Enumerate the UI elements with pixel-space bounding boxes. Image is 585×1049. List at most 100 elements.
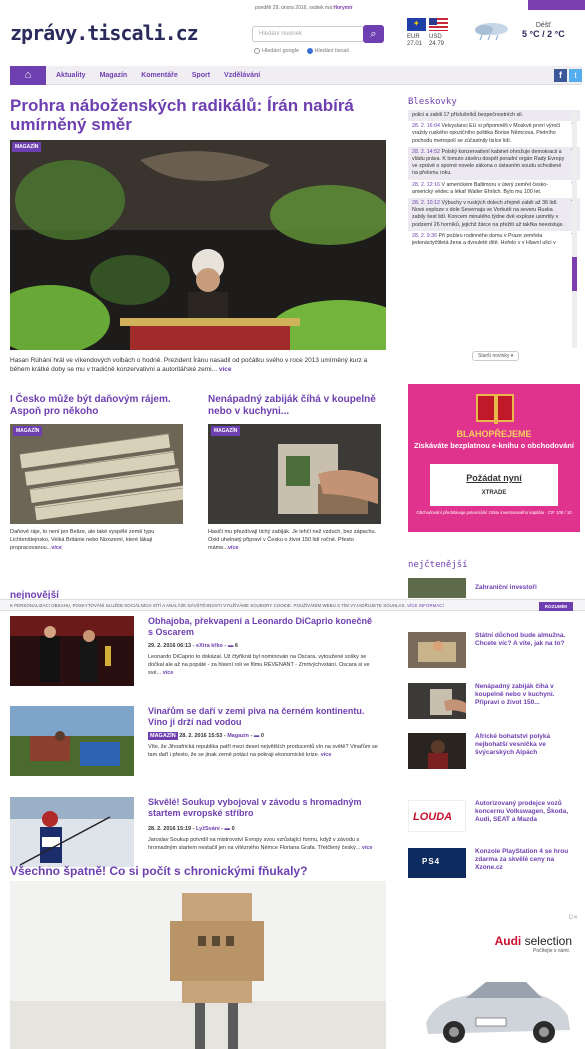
more-link[interactable]: více	[163, 670, 174, 676]
ad-banner[interactable]: BLAHOPŘEJEME Získáváte bezplatnou e-knih…	[408, 384, 580, 532]
site-header: zprávy.tiscali.cz pondělí 29. února 2016…	[0, 0, 585, 60]
more-link[interactable]: více	[321, 752, 332, 758]
nav-item-komentare[interactable]: Komentáře	[141, 66, 178, 85]
bottom-article-image[interactable]	[10, 881, 386, 1049]
bleskovky-list: polici a zabili 17 příslušníků bezpečnos…	[408, 110, 580, 350]
sub-article-perex: Daňové ráje, to není jen Belize, ale tak…	[10, 529, 155, 551]
more-link[interactable]: více	[219, 366, 232, 373]
most-read-image[interactable]	[408, 733, 466, 769]
sub-article-title[interactable]: I Česko může být daňovým rájem. Aspoň pr…	[10, 394, 180, 418]
ps4-logo[interactable]: PS4	[408, 848, 466, 878]
currency-flags	[407, 18, 451, 32]
main-nav: ⌂ Aktuality Magazín Komentáře Sport Vzdě…	[10, 66, 582, 85]
weather-widget[interactable]: Déšť 5 °C / 2 °C	[522, 22, 565, 39]
nav-item-magazin[interactable]: Magazín	[100, 66, 128, 85]
home-icon[interactable]: ⌂	[10, 66, 46, 85]
sub-article-image[interactable]: MAGAZÍN	[10, 424, 183, 524]
eu-flag-icon	[407, 18, 426, 31]
promo-item[interactable]: Autorizovaný prodejce vozů koncernu Volk…	[475, 800, 580, 824]
page: zprávy.tiscali.cz pondělí 29. února 2016…	[0, 0, 585, 1049]
search-icon: ⌕	[370, 28, 377, 40]
news-item[interactable]: 28. 2. 14:52 Polský konzervativní kabine…	[408, 146, 580, 180]
article-image[interactable]	[10, 797, 134, 867]
article-title[interactable]: Skvělé! Soukup vybojoval v závodu s hrom…	[148, 797, 378, 819]
bleskovky-title: Bleskovky	[408, 97, 457, 107]
article-section-link[interactable]: eXtra křko	[196, 643, 223, 649]
news-item[interactable]: polici a zabili 17 příslušníků bezpečnos…	[408, 110, 580, 122]
news-item[interactable]: 28. 2. 16:04 Velvyslanci EU si připomněl…	[408, 121, 580, 147]
more-link[interactable]: více	[228, 545, 239, 551]
main-article-image[interactable]: MAGAZÍN	[10, 140, 386, 350]
bleskovky-scrollbar[interactable]	[572, 112, 577, 348]
most-read-item[interactable]: Nenápadný zabiják číhá v koupelně nebo v…	[475, 683, 580, 707]
most-read-image[interactable]	[408, 683, 466, 719]
category-badge[interactable]: MAGAZÍN	[12, 142, 42, 152]
audi-slogan: Počítejte s námi.	[533, 948, 570, 954]
ad-cta-button[interactable]: Požádat nyní	[430, 473, 558, 483]
gift-icon	[476, 394, 514, 424]
nav-item-aktuality[interactable]: Aktuality	[56, 66, 86, 85]
most-read-item[interactable]: Africké bohatství polyká nejbohatší vesn…	[475, 733, 580, 757]
article-image[interactable]	[10, 616, 134, 686]
article-title[interactable]: Obhajoba, překvapení a Leonardo DiCaprio…	[148, 616, 378, 638]
article-meta: 29. 2. 2016 06:13 - eXtra křko - ▬ 6	[148, 643, 238, 649]
cookie-more-link[interactable]: VÍCE INFORMACÍ	[407, 603, 444, 608]
sub-article-title[interactable]: Nenápadný zabiják číhá v koupelně nebo v…	[208, 394, 378, 418]
most-read-title: nejčtenější	[408, 560, 468, 570]
most-read-image[interactable]	[408, 632, 466, 668]
ad-headline: BLAHOPŘEJEME	[456, 429, 532, 439]
more-link[interactable]: více	[362, 845, 373, 851]
car-image	[426, 982, 570, 1043]
article-meta: MAGAZÍN 28. 2. 2016 15:53 - Magazín - ▬ …	[148, 732, 264, 740]
site-logo[interactable]: zprávy.tiscali.cz	[10, 21, 199, 45]
main-headline[interactable]: Prohra náboženských radikálů: Írán nabír…	[10, 96, 390, 134]
news-item[interactable]: 28. 2. 10:12 Výbuchy v ruských dolech zř…	[408, 198, 580, 231]
comment-icon: ▬	[253, 733, 260, 739]
most-read-image[interactable]	[408, 578, 466, 598]
date-notice: pondělí 29. února 2016, svátek má Horymí…	[255, 5, 353, 11]
promo-item[interactable]: Konzole PlayStation 4 se hrou zdarma za …	[475, 848, 580, 872]
search-button[interactable]: ⌕	[363, 25, 384, 43]
sub-article-image[interactable]: MAGAZÍN	[208, 424, 381, 524]
article-meta: 28. 2. 2016 15:19 - LyžSvání - ▬ 0	[148, 826, 235, 832]
facebook-icon[interactable]: f	[554, 69, 567, 82]
article-title[interactable]: Vinařům se daří v zemi piva na černém ko…	[148, 706, 378, 728]
article-section-link[interactable]: Magazín	[227, 733, 249, 739]
radio-tiscali[interactable]: Hledání tiscali	[306, 48, 349, 54]
article-perex: Leonardo DiCaprio to dokázal. Už čtyřikr…	[148, 654, 370, 676]
more-link[interactable]: více	[51, 545, 62, 551]
top-corner-banner[interactable]	[528, 0, 585, 10]
most-read-item[interactable]: Zahraniční investoři	[475, 584, 580, 592]
news-item[interactable]: 28. 2. 9:36 Při požáru rodinného domu v …	[408, 231, 580, 249]
twitter-icon[interactable]: t	[569, 69, 582, 82]
bleskovky-scroll-thumb[interactable]	[572, 257, 577, 291]
ad-cta-card[interactable]: Požádat nyní XTRADE	[430, 464, 558, 506]
news-item[interactable]: 28. 2. 12:16 V americkém Baltimoru v úte…	[408, 180, 580, 198]
bottom-article-title[interactable]: Všechno špatně! Co si počít s chronickým…	[10, 864, 307, 878]
category-badge[interactable]: MAGAZÍN	[148, 732, 178, 740]
sub-article-perex: Hasiči mu přezdívají tichý zabiják. Je l…	[208, 529, 377, 551]
most-read-item[interactable]: Státní důchod bude almužna. Chcete víc? …	[475, 632, 580, 648]
article-image[interactable]	[10, 706, 134, 776]
louda-logo[interactable]: LOUDA	[408, 800, 466, 832]
ad-logo: XTRADE	[481, 490, 507, 496]
search-input[interactable]: Hledání novinek	[252, 26, 364, 42]
us-flag-icon	[429, 18, 448, 31]
cookie-bar: K PERSONALIZACI OBSAHU, POSKYTOVÁNÍ SLUŽ…	[0, 599, 585, 611]
older-news-button[interactable]: Starší novinky ▾	[472, 351, 520, 361]
category-badge[interactable]: MAGAZÍN	[211, 426, 241, 436]
radio-google[interactable]: Hledání google	[254, 48, 299, 54]
currency-rates[interactable]: EUR USD 27.01 24.79	[407, 34, 451, 48]
main-article-perex: Hasan Rúhání hrál ve víkendových volbách…	[10, 357, 368, 373]
cookie-accept-button[interactable]: ROZUMÍM	[538, 602, 573, 611]
comment-icon: ▬	[224, 826, 231, 832]
nav-item-vzdelavani[interactable]: Vzdělávání	[224, 66, 260, 85]
nav-item-sport[interactable]: Sport	[192, 66, 210, 85]
ad-close-icon[interactable]: D✕	[569, 914, 578, 921]
rain-cloud-icon	[475, 23, 508, 41]
audi-ad[interactable]: D✕ Audi selection Počítejte s námi.	[408, 912, 580, 1049]
article-section-link[interactable]: LyžSvání	[196, 826, 220, 832]
category-badge[interactable]: MAGAZÍN	[13, 426, 43, 436]
audi-brand: Audi selection	[494, 934, 572, 948]
article-perex: Jaroslav Soukup potvrdil na mistrovství …	[148, 837, 373, 851]
